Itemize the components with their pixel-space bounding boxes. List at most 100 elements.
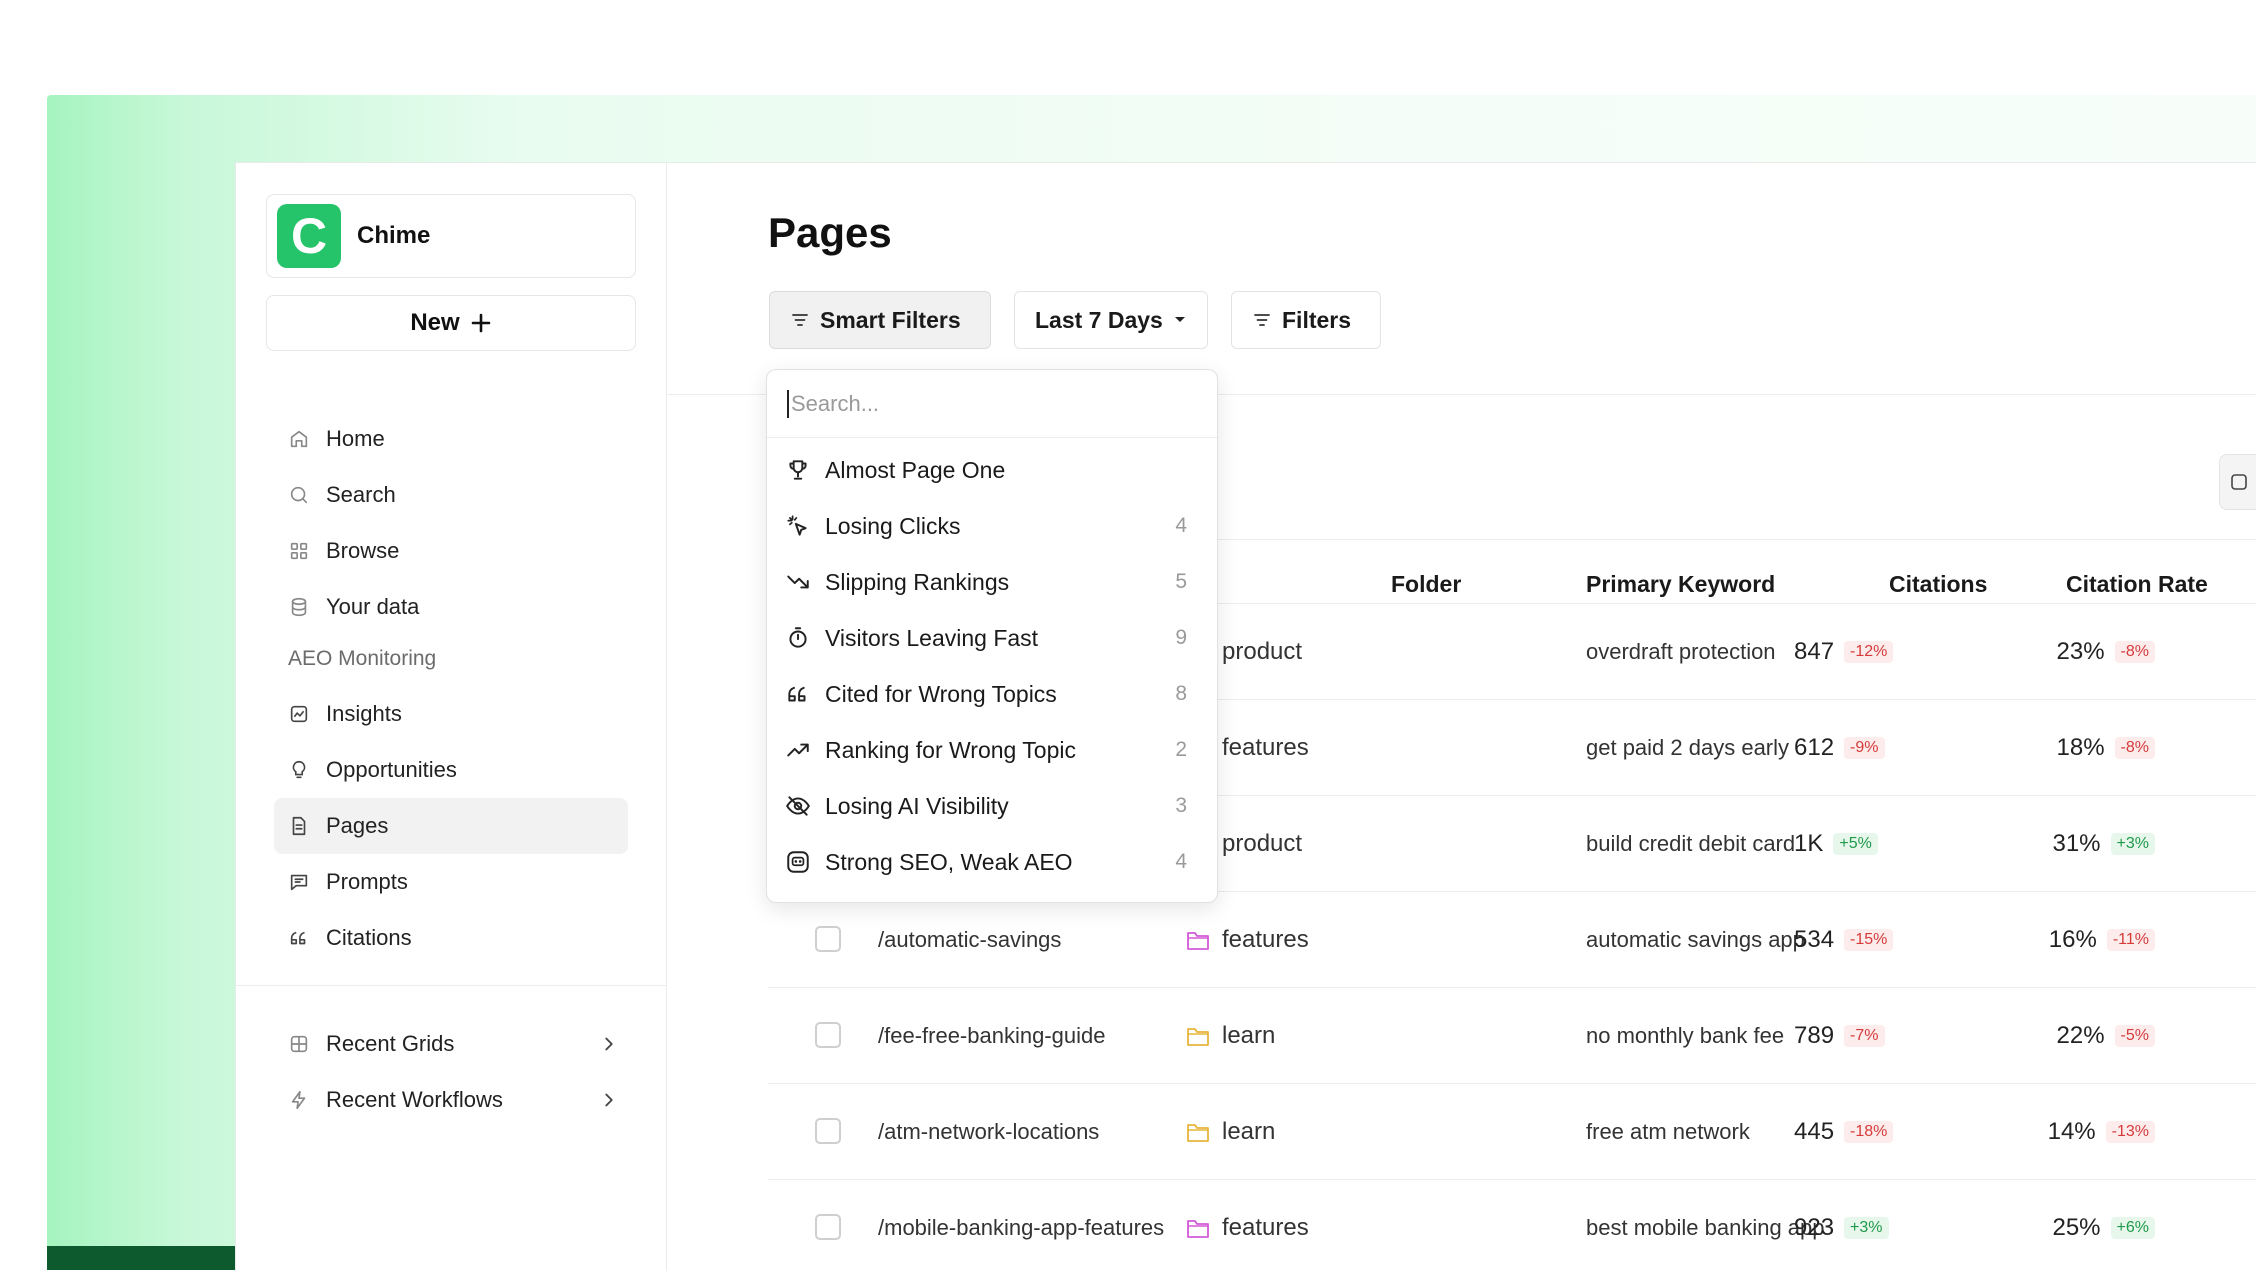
smart-filter-label: Cited for Wrong Topics <box>825 680 1057 707</box>
folder-name: product <box>1222 638 1303 665</box>
citations-cell: 445 -18% <box>1794 1084 1954 1180</box>
column-header-citation-rate[interactable]: Citation Rate <box>2066 571 2208 598</box>
smart-filter-strong-seo-weak-aeo[interactable]: Strong SEO, Weak AEO 4 <box>767 834 1217 890</box>
smart-filter-cited-for-wrong-topics[interactable]: Cited for Wrong Topics 8 <box>767 666 1217 722</box>
citations-value: 847 <box>1794 638 1835 665</box>
folder-name: features <box>1222 926 1309 953</box>
section-label-aeo-monitoring: AEO Monitoring <box>288 647 437 670</box>
folder-cell[interactable]: learn <box>1186 988 1275 1084</box>
page-path[interactable]: /fee-free-banking-guide <box>878 988 1105 1084</box>
sidebar-item-prompts[interactable]: Prompts <box>274 854 628 910</box>
sidebar-item-label: Opportunities <box>326 757 457 782</box>
page-path[interactable]: /mobile-banking-app-features <box>878 1180 1164 1276</box>
citations-value: 534 <box>1794 926 1835 953</box>
quote-icon <box>290 931 306 945</box>
citation-rate-value: 14% <box>2047 1118 2096 1145</box>
citations-cell: 612 -9% <box>1794 700 1954 796</box>
folder-name: features <box>1222 734 1309 761</box>
org-switcher[interactable]: C Chime <box>266 194 636 278</box>
smart-filter-count: 5 <box>1175 570 1187 593</box>
citation-rate-delta-badge: +6% <box>2110 1217 2155 1239</box>
smart-filter-label: Losing Clicks <box>825 512 961 539</box>
sidebar-item-insights[interactable]: Insights <box>274 686 628 742</box>
page-path[interactable]: /atm-network-locations <box>878 1084 1099 1180</box>
new-button[interactable]: New <box>266 295 636 351</box>
sidebar-item-search[interactable]: Search <box>274 467 628 523</box>
row-checkbox[interactable] <box>815 1118 841 1144</box>
citations-cell: 789 -7% <box>1794 988 1954 1084</box>
quote-icon <box>788 686 806 702</box>
smart-filter-label: Visitors Leaving Fast <box>825 624 1039 651</box>
citation-rate-value: 18% <box>2056 734 2105 761</box>
page-path[interactable]: /automatic-savings <box>878 892 1061 988</box>
sidebar-item-recent-workflows[interactable]: Recent Workflows <box>274 1072 628 1128</box>
smart-filter-count: 4 <box>1175 514 1187 537</box>
citation-rate-delta-badge: -13% <box>2105 1121 2155 1143</box>
sidebar-divider <box>236 985 666 986</box>
chime-logo-icon: C <box>291 210 327 262</box>
bot-icon <box>787 851 809 873</box>
trophy-icon <box>789 460 807 480</box>
smart-filter-losing-clicks[interactable]: Losing Clicks 4 <box>767 498 1217 554</box>
smart-filters-button[interactable]: Smart Filters <box>769 291 991 349</box>
smart-filter-losing-ai-visibility[interactable]: Losing AI Visibility 3 <box>767 778 1217 834</box>
sidebar-item-label: Insights <box>326 701 402 726</box>
citations-delta-badge: -18% <box>1844 1121 1894 1143</box>
sidebar-item-your-data[interactable]: Your data <box>274 579 628 635</box>
table-row[interactable]: /fee-free-banking-guide learn no monthly b… <box>768 987 2256 1084</box>
folder-icon <box>1187 932 1209 950</box>
citations-cell: 1K +5% <box>1794 796 1954 892</box>
smart-filter-almost-page-one[interactable]: Almost Page One <box>767 442 1217 498</box>
sidebar-item-pages[interactable]: Pages <box>274 798 628 854</box>
smart-filter-ranking-for-wrong-topic[interactable]: Ranking for Wrong Topic 2 <box>767 722 1217 778</box>
search-icon <box>290 486 308 504</box>
smart-filter-label: Slipping Rankings <box>825 568 1010 595</box>
new-button-label: New <box>410 309 460 336</box>
sidebar-item-label: Citations <box>326 925 412 950</box>
trending-up-icon <box>787 743 809 757</box>
citations-delta-badge: -9% <box>1844 737 1885 759</box>
filters-label: Filters <box>1282 306 1352 333</box>
citation-rate-cell: 22% -5% <box>1975 988 2155 1084</box>
trending-down-icon <box>787 575 809 589</box>
filter-lines-icon <box>1254 314 1270 326</box>
table-row[interactable]: /automatic-savings features automatic savi… <box>768 891 2256 988</box>
sidebar-item-opportunities[interactable]: Opportunities <box>274 742 628 798</box>
folder-cell[interactable]: features <box>1186 892 1309 988</box>
column-header-citations[interactable]: Citations <box>1889 571 1987 598</box>
column-header-folder[interactable]: Folder <box>1391 571 1461 598</box>
sidebar-item-citations[interactable]: Citations <box>274 910 628 966</box>
org-name: Chime <box>357 222 431 249</box>
page-title: Pages <box>768 209 892 256</box>
smart-filter-slipping-rankings[interactable]: Slipping Rankings 5 <box>767 554 1217 610</box>
row-checkbox[interactable] <box>815 1022 841 1048</box>
smart-filters-search-input[interactable] <box>787 389 1193 418</box>
date-range-select[interactable]: Last 7 Days <box>1014 291 1208 349</box>
citations-delta-badge: +3% <box>1844 1217 1889 1239</box>
citation-rate-delta-badge: -5% <box>2114 1025 2155 1047</box>
smart-filter-visitors-leaving-fast[interactable]: Visitors Leaving Fast 9 <box>767 610 1217 666</box>
side-panel-toggle[interactable] <box>2219 454 2256 510</box>
smart-filters-label: Smart Filters <box>820 306 961 333</box>
citations-value: 1K <box>1794 830 1824 857</box>
citations-value: 612 <box>1794 734 1835 761</box>
column-header-primary-keyword[interactable]: Primary Keyword <box>1586 571 1775 598</box>
sidebar-item-home[interactable]: Home <box>274 411 628 467</box>
folder-cell[interactable]: learn <box>1186 1084 1275 1180</box>
sidebar-item-recent-grids[interactable]: Recent Grids <box>274 1016 628 1072</box>
citations-cell: 923 +3% <box>1794 1180 1954 1276</box>
filters-button[interactable]: Filters <box>1231 291 1381 349</box>
row-checkbox[interactable] <box>815 1214 841 1240</box>
table-row[interactable]: /atm-network-locations learn free atm netw… <box>768 1083 2256 1180</box>
sidebar-item-browse[interactable]: Browse <box>274 523 628 579</box>
citations-delta-badge: -7% <box>1844 1025 1885 1047</box>
bottom-strip <box>47 1246 235 1270</box>
table-row[interactable]: /mobile-banking-app-features features best… <box>768 1179 2256 1276</box>
citation-rate-cell: 25% +6% <box>1975 1180 2155 1276</box>
pages-icon <box>292 816 306 836</box>
smart-filter-count: 3 <box>1175 794 1187 817</box>
chart-icon <box>290 705 308 723</box>
folder-icon <box>1187 1220 1209 1238</box>
row-checkbox[interactable] <box>815 926 841 952</box>
folder-cell[interactable]: features <box>1186 1180 1309 1276</box>
